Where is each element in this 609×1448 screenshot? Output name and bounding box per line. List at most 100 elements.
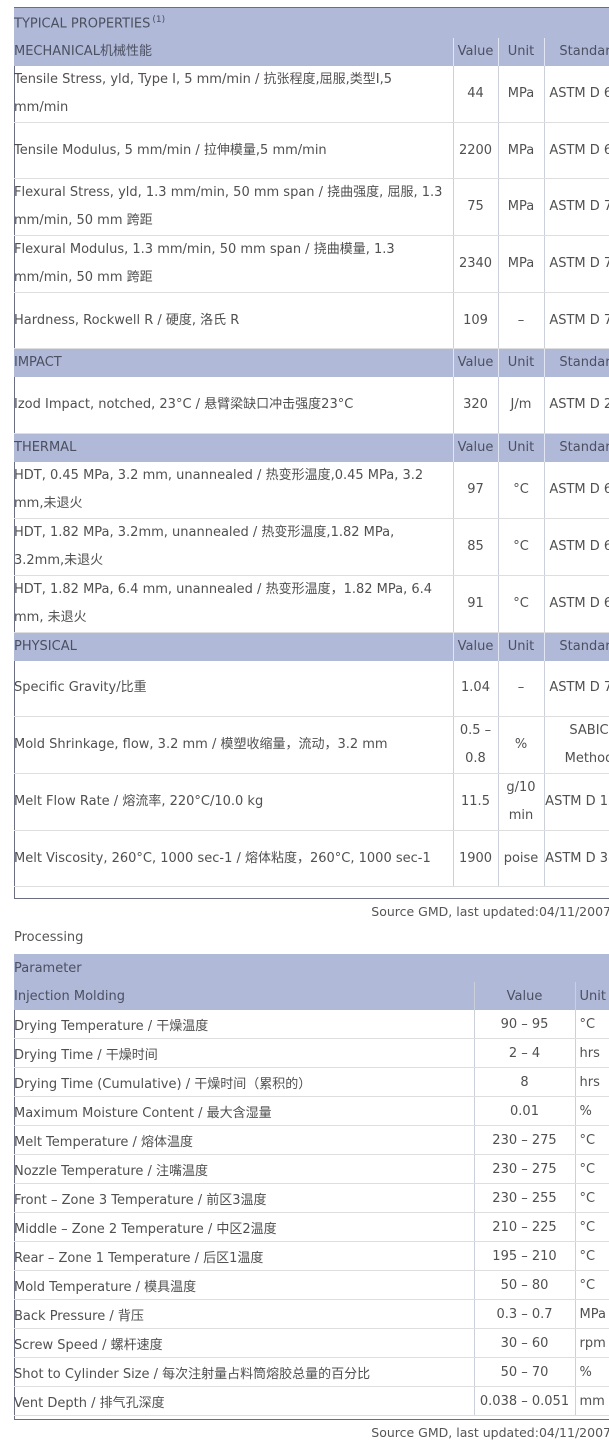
property-value: 320 [453, 377, 499, 434]
processing-parameter: Screw Speed / 螺杆速度 [14, 1328, 474, 1358]
property-standard: ASTM D 638 [544, 122, 609, 179]
property-standard: ASTM D 648 [544, 518, 609, 576]
processing-parameter: Drying Temperature / 干燥温度 [14, 1010, 474, 1039]
processing-unit: °C [574, 1125, 609, 1155]
processing-section-name: Injection Molding [14, 982, 474, 1010]
section-header-row: PHYSICALValueUnitStandard [14, 632, 609, 661]
property-row: Hardness, Rockwell R / 硬度, 洛氏 R 109– ASTM … [14, 292, 609, 349]
section-name: IMPACT [14, 348, 454, 377]
section-header-row: MECHANICAL机械性能ValueUnitStandard [14, 38, 609, 66]
property-unit: °C [498, 461, 545, 519]
property-unit: MPa [498, 178, 545, 236]
processing-value: 90 – 95 [473, 1010, 575, 1039]
property-row: Flexural Modulus, 1.3 mm/min, 50 mm span… [14, 235, 609, 293]
processing-parameter: Mold Temperature / 模具温度 [14, 1270, 474, 1300]
property-description: Flexural Modulus, 1.3 mm/min, 50 mm span… [14, 235, 454, 293]
processing-row: Melt Temperature / 熔体温度 230 – 275 °C [14, 1125, 609, 1155]
property-value: 1.04 [453, 660, 499, 717]
property-value: 44 [453, 66, 499, 123]
property-unit: – [498, 660, 545, 717]
property-standard: ASTM D 648 [544, 575, 609, 633]
property-description: Tensile Modulus, 5 mm/min / 拉伸模量,5 mm/mi… [14, 122, 454, 179]
processing-row: Shot to Cylinder Size / 每次注射量占料筒熔胶总量的百分比… [14, 1357, 609, 1387]
property-row: HDT, 1.82 MPa, 6.4 mm, unannealed / 热变形温… [14, 575, 609, 633]
processing-unit: °C [574, 1241, 609, 1271]
processing-value: 230 – 275 [473, 1125, 575, 1155]
property-row: Specific Gravity/比重1.04–ASTM D 792 [14, 660, 609, 717]
processing-unit: °C [574, 1010, 609, 1039]
property-value: 11.5 [453, 773, 499, 831]
processing-unit: hrs [574, 1038, 609, 1068]
property-description: Melt Viscosity, 260°C, 1000 sec-1 / 熔体粘度… [14, 830, 454, 887]
property-unit: – [498, 292, 545, 349]
properties-source-note: Source GMD, last updated:04/11/2007 [371, 904, 609, 919]
processing-table: Parameter Injection Molding Value Unit Dryin… [14, 954, 609, 1416]
processing-row: Mold Temperature / 模具温度 50 – 80 °C [14, 1270, 609, 1300]
property-description: Specific Gravity/比重 [14, 660, 454, 717]
property-description: HDT, 0.45 MPa, 3.2 mm, unannealed / 热变形温… [14, 461, 454, 519]
processing-parameter: Rear – Zone 1 Temperature / 后区1温度 [14, 1241, 474, 1271]
column-header-unit: Unit [498, 433, 545, 462]
processing-parameter: Nozzle Temperature / 注嘴温度 [14, 1154, 474, 1184]
column-header-unit: Unit [498, 38, 545, 66]
property-value: 2340 [453, 235, 499, 293]
property-description: Tensile Stress, yld, Type I, 5 mm/min / … [14, 66, 454, 123]
property-unit: J/m [498, 377, 545, 434]
property-standard: ASTM D 638 [544, 66, 609, 123]
processing-row: Rear – Zone 1 Temperature / 后区1温度 195 – 2… [14, 1241, 609, 1271]
processing-unit: % [574, 1096, 609, 1126]
property-standard: ASTM D 3825 [544, 830, 609, 887]
column-header-standard: Standard [544, 348, 609, 377]
column-header-unit: Unit [498, 348, 545, 377]
property-description: HDT, 1.82 MPa, 6.4 mm, unannealed / 热变形温… [14, 575, 454, 633]
processing-parameter: Vent Depth / 排气孔深度 [14, 1386, 474, 1416]
processing-unit: °C [574, 1270, 609, 1300]
processing-parameter: Drying Time (Cumulative) / 干燥时间（累积的） [14, 1067, 474, 1097]
processing-unit: °C [574, 1183, 609, 1213]
processing-value: 230 – 255 [473, 1183, 575, 1213]
property-row: Tensile Modulus, 5 mm/min / 拉伸模量,5 mm/mi… [14, 122, 609, 179]
processing-value: 230 – 275 [473, 1154, 575, 1184]
property-standard: ASTM D 790 [544, 178, 609, 236]
property-standard: ASTM D 648 [544, 461, 609, 519]
processing-value: 30 – 60 [473, 1328, 575, 1358]
column-header-standard: Standard [544, 632, 609, 661]
processing-value: 0.01 [473, 1096, 575, 1126]
column-header-value: Value [453, 632, 499, 661]
property-description: Izod Impact, notched, 23°C / 悬臂梁缺口冲击强度23… [14, 377, 454, 434]
processing-row: Middle – Zone 2 Temperature / 中区2温度 210 –… [14, 1212, 609, 1242]
property-standard: ASTM D 785 [544, 292, 609, 349]
processing-unit: °C [574, 1212, 609, 1242]
section-name: THERMAL [14, 433, 454, 462]
processing-value: 50 – 80 [473, 1270, 575, 1300]
property-unit: g/10 min [498, 773, 545, 831]
properties-title: TYPICAL PROPERTIES [14, 16, 151, 32]
property-description: Melt Flow Rate / 熔流率, 220°C/10.0 kg [14, 773, 454, 831]
processing-unit: MPa [574, 1299, 609, 1329]
property-row: Melt Viscosity, 260°C, 1000 sec-1 / 熔体粘度… [14, 830, 609, 887]
processing-section-row: Injection Molding Value Unit [14, 982, 609, 1010]
processing-row: Nozzle Temperature / 注嘴温度 230 – 275 °C [14, 1154, 609, 1184]
processing-value: 195 – 210 [473, 1241, 575, 1271]
processing-row: Drying Time / 干燥时间 2 – 4 hrs [14, 1038, 609, 1068]
processing-row: Screw Speed / 螺杆速度 30 – 60 rpm [14, 1328, 609, 1358]
property-standard: SABIC Method [544, 716, 609, 774]
property-value: 2200 [453, 122, 499, 179]
processing-column-unit: Unit [574, 982, 609, 1010]
processing-unit: °C [574, 1154, 609, 1184]
property-value: 0.5 – 0.8 [453, 716, 499, 774]
property-unit: °C [498, 518, 545, 576]
property-value: 1900 [453, 830, 499, 887]
column-header-unit: Unit [498, 632, 545, 661]
processing-parameter-header: Parameter [14, 954, 609, 982]
column-header-standard: Standard [544, 38, 609, 66]
property-description: Mold Shrinkage, flow, 3.2 mm / 模塑收缩量，流动，… [14, 716, 454, 774]
property-unit: % [498, 716, 545, 774]
processing-row: Front – Zone 3 Temperature / 前区3温度 230 – … [14, 1183, 609, 1213]
section-header-row: IMPACTValueUnitStandard [14, 348, 609, 377]
property-standard: ASTM D 790 [544, 235, 609, 293]
section-header-row: THERMALValueUnitStandard [14, 433, 609, 462]
property-row: Izod Impact, notched, 23°C / 悬臂梁缺口冲击强度23… [14, 377, 609, 434]
column-header-value: Value [453, 38, 499, 66]
column-header-standard: Standard [544, 433, 609, 462]
